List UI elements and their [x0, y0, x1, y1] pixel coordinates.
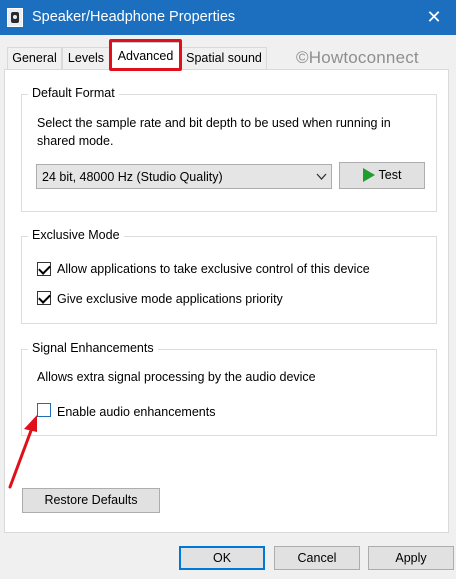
ok-button[interactable]: OK — [179, 546, 265, 570]
apply-button[interactable]: Apply — [368, 546, 454, 570]
cancel-button[interactable]: Cancel — [274, 546, 360, 570]
restore-defaults-button[interactable]: Restore Defaults — [22, 488, 160, 513]
